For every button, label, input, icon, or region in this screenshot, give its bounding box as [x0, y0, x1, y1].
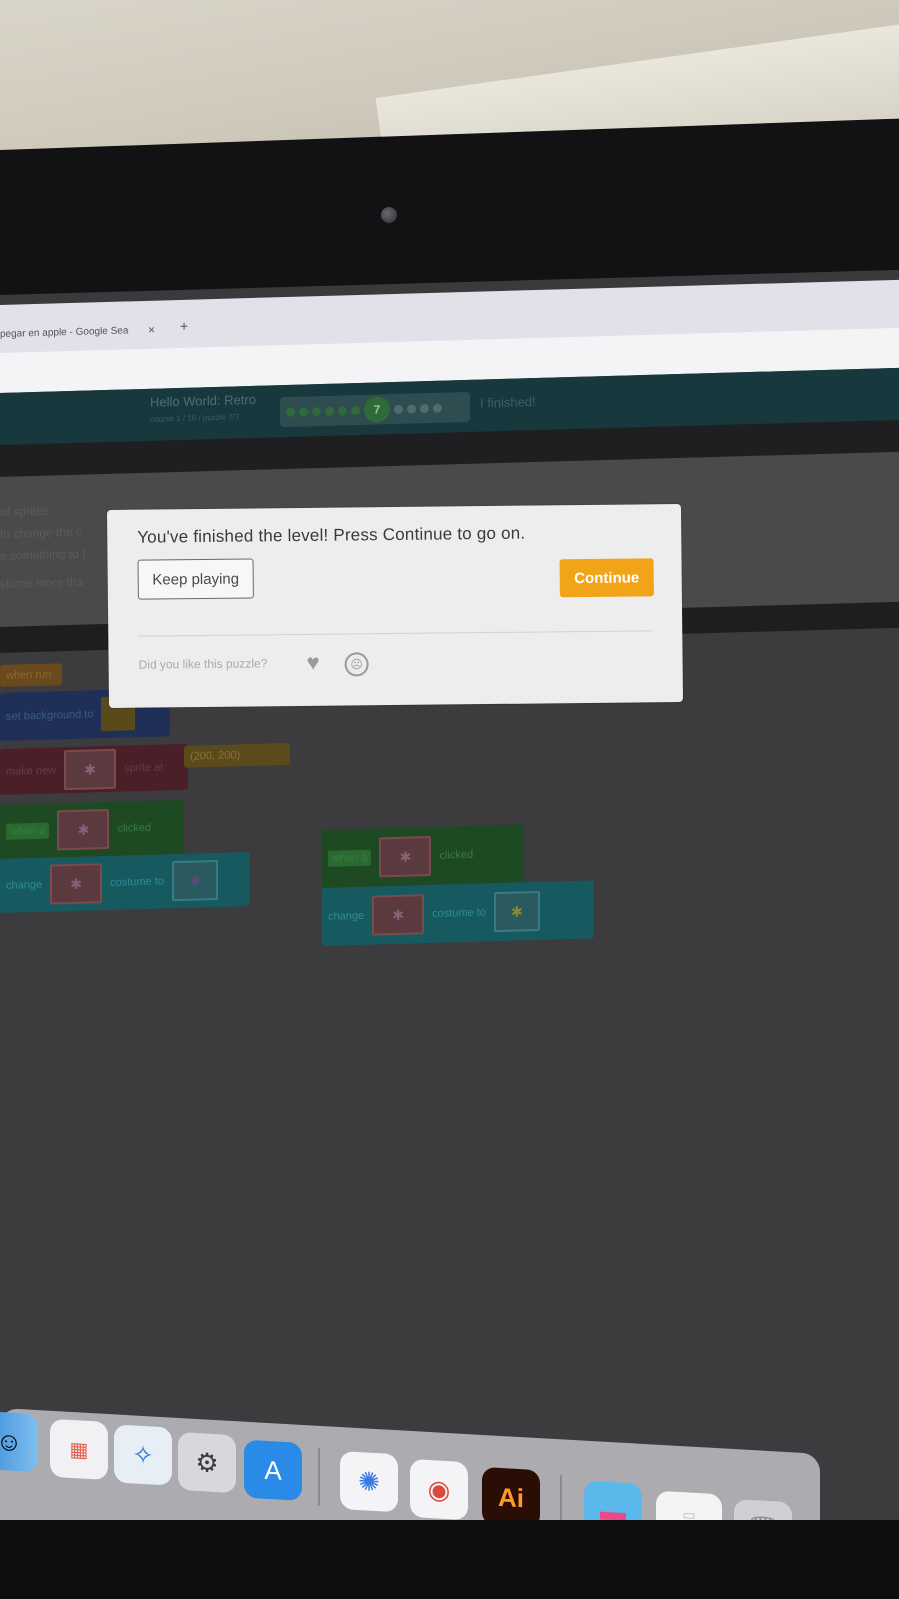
block-label: change: [6, 878, 43, 892]
current-level-badge[interactable]: 7: [364, 396, 390, 423]
dialog-divider: [138, 630, 653, 637]
sprite-dropdown[interactable]: ✱: [57, 808, 110, 851]
keep-playing-button[interactable]: Keep playing: [137, 558, 254, 600]
block-label: set background to: [6, 708, 94, 723]
illustrator-label: Ai: [498, 1481, 524, 1513]
change-costume-block[interactable]: change ✱ costume to ✱: [322, 880, 594, 947]
change-costume-block[interactable]: change ✱ costume to ✱: [0, 852, 250, 913]
block-label: clicked: [117, 821, 152, 835]
puzzle-progress: 7: [280, 391, 470, 428]
finished-link[interactable]: I finished!: [480, 394, 536, 411]
coordinates-block[interactable]: (200, 200): [184, 742, 290, 768]
block-label: clicked: [439, 848, 474, 862]
level-title: Hello World: Retro: [150, 391, 256, 410]
chrome-icon[interactable]: ◉: [410, 1458, 468, 1521]
progress-dot[interactable]: [351, 405, 360, 415]
safari-icon[interactable]: ✧: [114, 1424, 172, 1486]
progress-dot[interactable]: [394, 404, 403, 414]
when-run-block[interactable]: when run: [0, 663, 62, 687]
sprite-dropdown[interactable]: ✱: [64, 748, 117, 791]
block-label: when a: [6, 822, 50, 840]
when-clicked-block[interactable]: when a ✱ clicked: [0, 799, 184, 859]
asterisk-app-icon[interactable]: ✺: [340, 1451, 398, 1513]
progress-dot[interactable]: [325, 406, 334, 416]
costume-dropdown[interactable]: ✱: [171, 859, 218, 902]
progress-dot[interactable]: [407, 403, 416, 414]
instruction-line: of sprites.: [0, 503, 53, 519]
costume-dropdown[interactable]: ✱: [493, 890, 540, 933]
feedback-question: Did you like this puzzle?: [138, 656, 268, 672]
level-subtitle: course 1 / 10 / puzzle 7/7: [150, 412, 240, 424]
heart-icon[interactable]: ♥: [306, 650, 319, 676]
monitor-screen: pegar en apple - Google Sea × + Hello Wo…: [0, 269, 899, 1545]
instruction-line: stume more tha: [0, 574, 84, 591]
browser-tab[interactable]: pegar en apple - Google Sea ×: [0, 314, 170, 349]
new-tab-button[interactable]: +: [180, 318, 188, 334]
dock-separator: [318, 1447, 320, 1506]
continue-button[interactable]: Continue: [559, 558, 654, 598]
block-label: sprite at: [124, 761, 164, 775]
block-label: make new: [6, 764, 57, 778]
sprite-dropdown[interactable]: ✱: [379, 835, 432, 878]
progress-dot[interactable]: [433, 403, 442, 413]
make-new-sprite-block[interactable]: make new ✱ sprite at: [0, 743, 188, 795]
launchpad-icon[interactable]: ▦: [50, 1418, 108, 1481]
block-label: when a: [328, 849, 372, 867]
code-workspace: when run set background to make new ✱ sp…: [0, 627, 899, 1545]
app-store-icon[interactable]: A: [244, 1439, 302, 1501]
frown-icon[interactable]: ☹: [344, 652, 369, 677]
dialog-message: You've finished the level! Press Continu…: [137, 523, 526, 547]
tab-title: pegar en apple - Google Sea: [0, 324, 129, 340]
instruction-line: e something to t: [0, 546, 86, 563]
sprite-dropdown[interactable]: ✱: [50, 863, 103, 905]
finder-icon[interactable]: ☺: [0, 1410, 38, 1473]
progress-dot[interactable]: [312, 406, 321, 416]
sprite-dropdown[interactable]: ✱: [372, 894, 425, 936]
progress-dot[interactable]: [338, 405, 347, 416]
monitor-bottom-bezel: [0, 1520, 899, 1599]
progress-dot[interactable]: [286, 407, 295, 417]
block-label: costume to: [432, 906, 486, 920]
instruction-line: to change the c: [0, 524, 83, 541]
progress-dot[interactable]: [420, 403, 429, 413]
when-clicked-block[interactable]: when a ✱ clicked: [322, 824, 524, 889]
block-label: costume to: [110, 875, 164, 889]
block-label: change: [328, 909, 365, 923]
webcam: [381, 207, 397, 223]
tab-close-icon[interactable]: ×: [148, 323, 155, 337]
level-complete-dialog: You've finished the level! Press Continu…: [106, 504, 684, 708]
illustrator-icon[interactable]: Ai: [482, 1466, 540, 1529]
progress-dot[interactable]: [299, 406, 308, 417]
system-preferences-icon[interactable]: ⚙: [178, 1431, 236, 1494]
